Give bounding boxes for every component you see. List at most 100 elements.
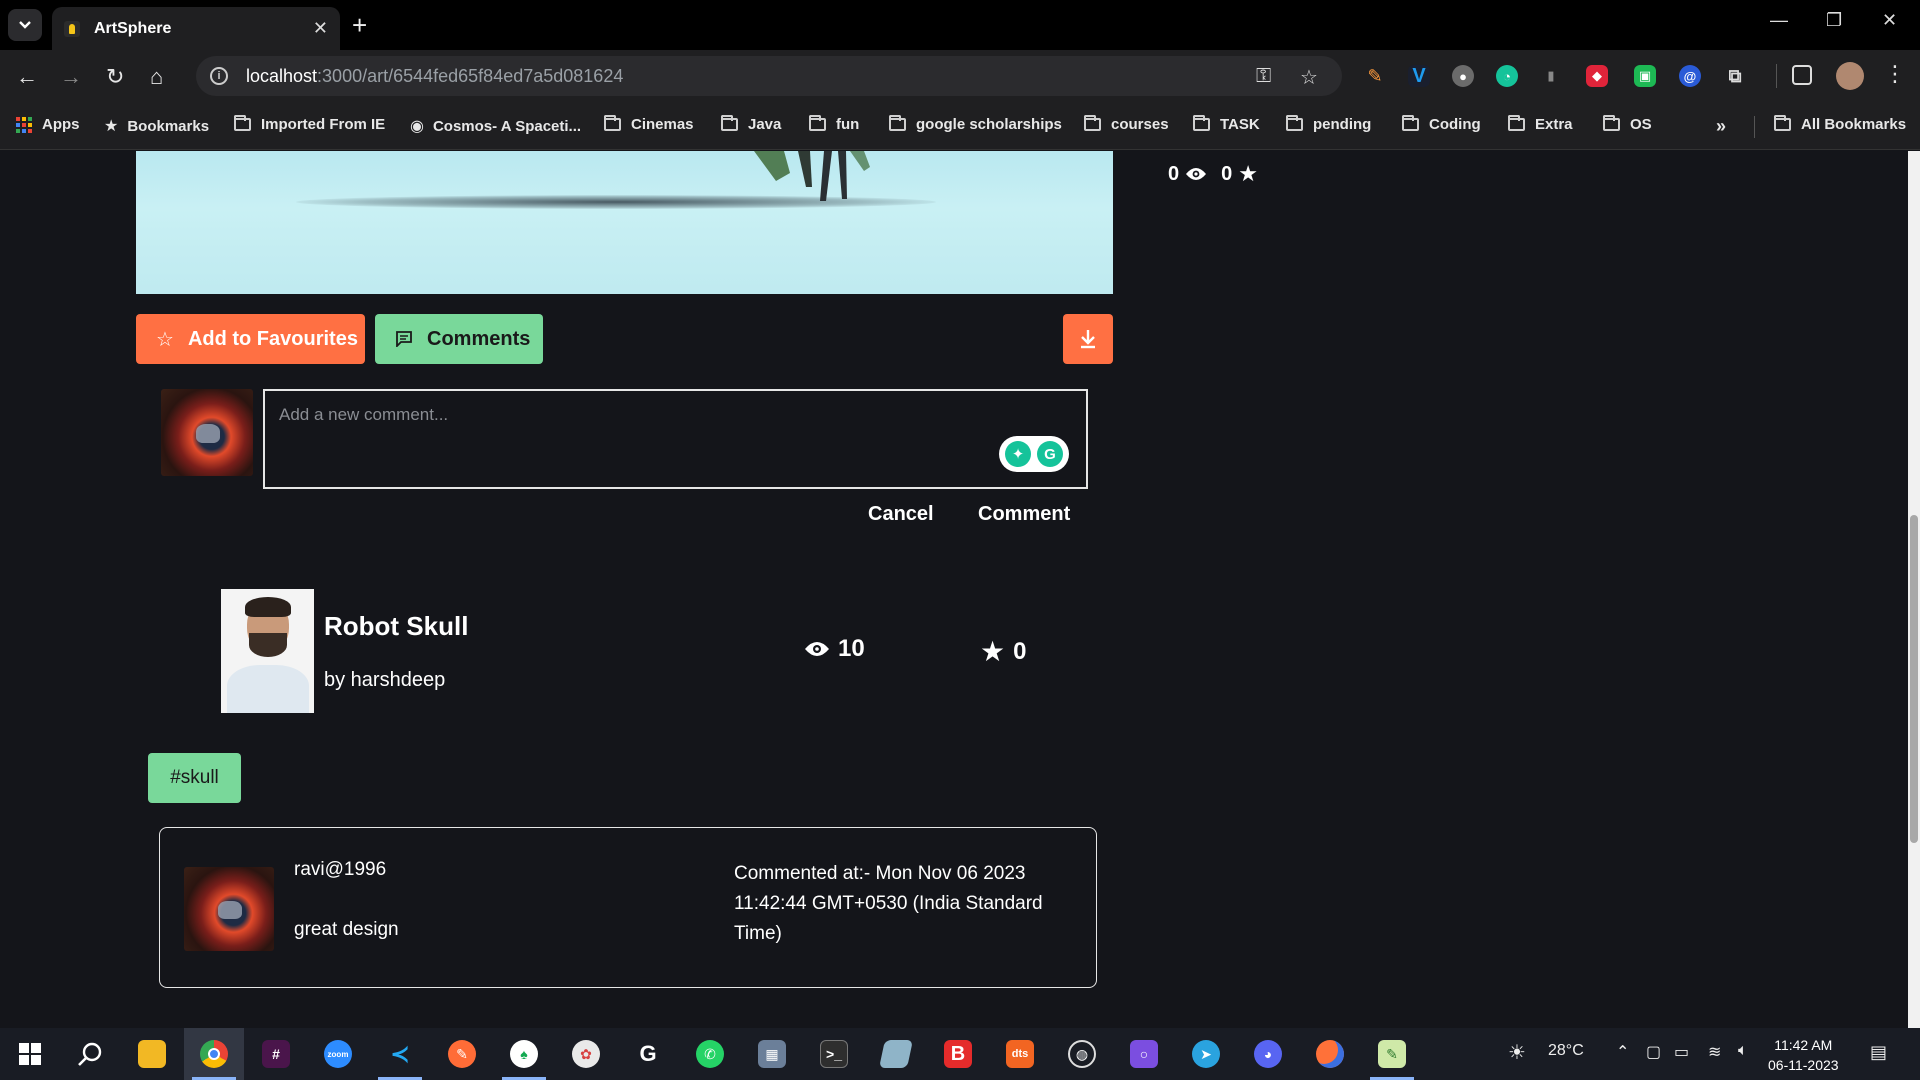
bottle-extension-icon[interactable]: ▮ [1540, 65, 1562, 87]
minimize-window-icon[interactable]: — [1770, 10, 1788, 31]
taskbar-circle-app[interactable]: ○ [1114, 1028, 1174, 1080]
cancel-comment-button[interactable]: Cancel [868, 503, 934, 526]
wifi-icon[interactable]: ≋ [1708, 1042, 1721, 1062]
artwork-image [136, 151, 1113, 294]
folder-icon [1402, 115, 1419, 131]
comment-card: ravi@1996 great design Commented at:- Mo… [159, 827, 1097, 988]
grammarly-logo-icon[interactable]: G [1037, 441, 1063, 467]
bookmark-all-bookmarks[interactable]: All Bookmarks [1774, 115, 1906, 133]
taskbar-notes[interactable] [866, 1028, 926, 1080]
taskbar-file-explorer[interactable] [122, 1028, 182, 1080]
taskbar-notepad-plus[interactable]: ✎ [1362, 1028, 1422, 1080]
taskbar-obs[interactable]: ◍ [1052, 1028, 1112, 1080]
tray-chevron-up-icon[interactable]: ⌃ [1616, 1042, 1629, 1062]
bookmark-extra[interactable]: Extra [1508, 115, 1573, 133]
menu-kebab-icon[interactable]: ⋮ [1884, 61, 1906, 87]
taskbar-g-hub[interactable]: G [618, 1028, 678, 1080]
taskbar-whatsapp[interactable]: ✆ [680, 1028, 740, 1080]
profile-avatar-icon[interactable] [1836, 62, 1864, 90]
bookmark-coding[interactable]: Coding [1402, 115, 1481, 133]
bookmark-bookmarks[interactable]: ★ Bookmarks [104, 116, 209, 136]
bookmark-apps[interactable]: Apps [16, 116, 80, 133]
taskbar-chrome[interactable] [184, 1028, 244, 1080]
restore-window-icon[interactable]: ❐ [1826, 10, 1842, 31]
battery-icon[interactable]: ▭ [1674, 1042, 1689, 1062]
password-key-icon[interactable]: ⚿ [1256, 65, 1271, 88]
bookmark-cinemas[interactable]: Cinemas [604, 115, 694, 133]
grammarly-widget[interactable]: ✦ G [999, 436, 1069, 472]
taskbar-zoom[interactable]: zoom [308, 1028, 368, 1080]
address-bar[interactable]: i localhost:3000/art/6544fed65f84ed7a5d0… [196, 56, 1342, 96]
taskbar-telegram[interactable]: ➤ [1176, 1028, 1236, 1080]
submit-comment-button[interactable]: Comment [978, 503, 1070, 526]
more-bookmarks-chevron-icon[interactable]: » [1716, 116, 1726, 137]
side-panel-icon[interactable] [1792, 65, 1812, 85]
add-to-favourites-button[interactable]: ☆ Add to Favourites [136, 314, 365, 364]
taskbar-paint[interactable]: ✿ [556, 1028, 616, 1080]
bookmark-courses[interactable]: courses [1084, 115, 1169, 133]
bookmark-task[interactable]: TASK [1193, 115, 1260, 133]
taskbar-dts[interactable]: dts [990, 1028, 1050, 1080]
browser-tab[interactable]: ArtSphere ✕ [52, 7, 340, 50]
taskbar-discord[interactable]: ◕ [1238, 1028, 1298, 1080]
tag-chip[interactable]: #skull [148, 753, 241, 803]
bookmark-imported-from-ie[interactable]: Imported From IE [234, 115, 385, 133]
taskbar-brave[interactable]: B [928, 1028, 988, 1080]
taskbar-slack[interactable]: # [246, 1028, 306, 1080]
search-icon [78, 1042, 102, 1066]
search-button[interactable] [60, 1028, 120, 1080]
bookmark-star-icon[interactable]: ☆ [1300, 65, 1318, 90]
taskbar-postman[interactable]: ✎ [432, 1028, 492, 1080]
taskbar-mongodb[interactable]: ♠ [494, 1028, 554, 1080]
bookmark-fun[interactable]: fun [809, 115, 859, 133]
puzzle-extensions-icon[interactable]: ⧉ [1724, 65, 1746, 87]
grammarly-bulb-icon[interactable]: ✦ [1005, 441, 1031, 467]
start-button[interactable] [0, 1028, 60, 1080]
weather-sun-icon[interactable]: ☀ [1508, 1040, 1526, 1065]
taskbar-calculator[interactable]: ▦ [742, 1028, 802, 1080]
bookmark-java[interactable]: Java [721, 115, 781, 133]
discord-icon: ◕ [1254, 1040, 1282, 1068]
vimeo-extension-icon[interactable]: V [1408, 65, 1430, 87]
pen-extension-icon[interactable]: ✎ [1364, 65, 1386, 87]
download-button[interactable] [1063, 314, 1113, 364]
volume-icon[interactable]: 🔈︎ [1738, 1042, 1748, 1060]
forward-arrow-icon[interactable]: → [60, 64, 82, 90]
weather-temp[interactable]: 28°C [1548, 1042, 1584, 1060]
bookmark-google-scholarships[interactable]: google scholarships [889, 115, 1062, 133]
robot-legs-graphic [754, 151, 870, 201]
apps-grid-icon [16, 116, 32, 133]
comments-button[interactable]: Comments [375, 314, 543, 364]
chat-extension-icon[interactable]: ◔ [1496, 65, 1518, 87]
tab-search-button[interactable] [8, 9, 42, 41]
bookmark-os[interactable]: OS [1603, 115, 1652, 133]
spy-extension-icon[interactable]: ● [1452, 65, 1474, 87]
chevron-down-icon [19, 21, 31, 29]
site-info-icon[interactable]: i [210, 67, 228, 85]
comment-timestamp: Commented at:- Mon Nov 06 2023 11:42:44 … [734, 863, 1043, 944]
close-tab-icon[interactable]: ✕ [313, 18, 328, 39]
new-comment-input[interactable] [263, 389, 1088, 489]
home-icon[interactable]: ⌂ [150, 64, 163, 90]
reload-icon[interactable]: ↻ [106, 64, 124, 90]
bookmark-cosmos[interactable]: ◉ Cosmos- A Spaceti... [410, 116, 581, 136]
taskbar-firefox[interactable] [1300, 1028, 1360, 1080]
browser-toolbar: ← → ↻ ⌂ i localhost:3000/art/6544fed65f8… [0, 50, 1920, 102]
back-arrow-icon[interactable]: ← [16, 64, 38, 90]
meet-now-icon[interactable]: ▢ [1646, 1042, 1661, 1062]
scrollbar-thumb[interactable] [1910, 515, 1918, 843]
artsphere-favicon-icon [64, 20, 80, 37]
system-clock[interactable]: 11:42 AM 06-11-2023 [1768, 1035, 1839, 1075]
shield-extension-icon[interactable]: ◆ [1586, 65, 1608, 87]
at-extension-icon[interactable]: @ [1679, 65, 1701, 87]
globe-icon: ◉ [410, 118, 424, 135]
close-window-icon[interactable]: ✕ [1882, 10, 1897, 31]
terminal-icon: >_ [820, 1040, 848, 1068]
taskbar-vscode[interactable]: ≺ [370, 1028, 430, 1080]
lock-extension-icon[interactable]: ▣ [1634, 65, 1656, 87]
taskbar-terminal[interactable]: >_ [804, 1028, 864, 1080]
notifications-icon[interactable]: ▤ [1870, 1042, 1887, 1063]
folder-icon [1193, 115, 1210, 131]
new-tab-button[interactable]: + [352, 10, 367, 41]
bookmark-pending[interactable]: pending [1286, 115, 1371, 133]
